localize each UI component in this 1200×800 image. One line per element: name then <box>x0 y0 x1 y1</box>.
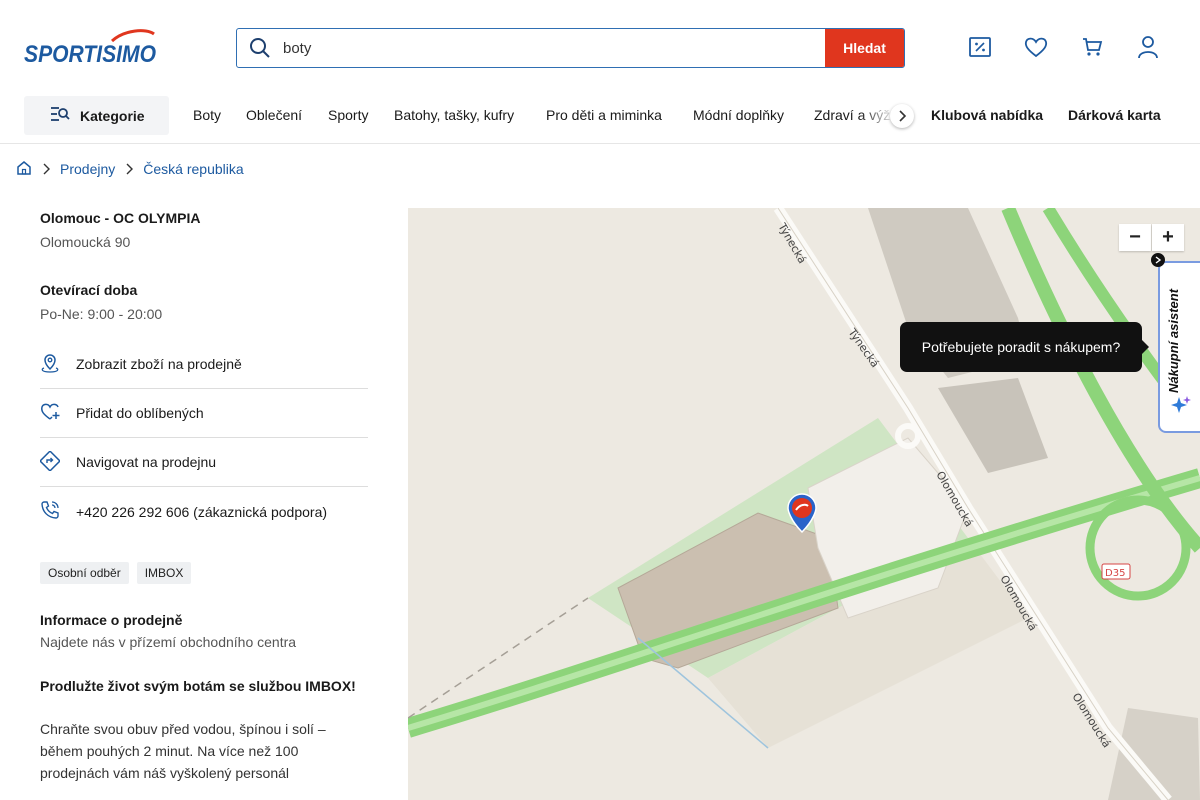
search-button[interactable]: Hledat <box>825 29 904 67</box>
nav-scroll-right-icon[interactable] <box>890 104 914 128</box>
info-text: Najdete nás v přízemí obchodního centra <box>40 634 297 650</box>
add-favorite-label: Přidat do oblíbených <box>76 405 204 421</box>
discount-icon[interactable] <box>967 34 993 60</box>
zoom-out-button[interactable]: − <box>1119 224 1151 251</box>
phone-icon <box>40 500 60 523</box>
assistant-tooltip: Potřebujete poradit s nákupem? <box>900 322 1149 372</box>
store-address: Olomoucká 90 <box>40 234 131 250</box>
heart-plus-icon <box>40 402 60 425</box>
store-details: Olomouc - OC OLYMPIA Olomoucká 90 Otevír… <box>39 210 368 784</box>
service-tags: Osobní odběr IMBOX <box>40 562 368 584</box>
home-icon[interactable] <box>16 160 32 179</box>
nav-item-deti[interactable]: Pro děti a miminka <box>546 107 662 123</box>
nav-item-klubova[interactable]: Klubová nabídka <box>931 107 1043 123</box>
nav-item-sporty[interactable]: Sporty <box>328 107 368 123</box>
promo-text: Chraňte svou obuv před vodou, špínou i s… <box>40 721 326 781</box>
phone-link[interactable]: +420 226 292 606 (zákaznická podpora) <box>40 487 368 536</box>
nav-item-doplnky[interactable]: Módní doplňky <box>693 107 784 123</box>
categories-label: Kategorie <box>80 107 145 124</box>
menu-search-icon <box>50 106 70 125</box>
store-hours: Po-Ne: 9:00 - 20:00 <box>40 306 163 322</box>
zoom-in-button[interactable]: + <box>1152 224 1184 251</box>
tag-osobni-odber: Osobní odběr <box>40 562 129 584</box>
user-icon[interactable] <box>1135 34 1161 60</box>
store-name: Olomouc - OC OLYMPIA <box>40 210 201 226</box>
nav-item-obleceni[interactable]: Oblečení <box>246 107 302 123</box>
shopping-assistant-tab[interactable]: Nákupní asistent <box>1158 261 1200 433</box>
search-input[interactable] <box>283 29 825 67</box>
store-actions: Zobrazit zboží na prodejně Přidat do obl… <box>39 340 368 536</box>
nav-item-boty[interactable]: Boty <box>193 107 221 123</box>
navigate-link[interactable]: Navigovat na prodejnu <box>39 438 368 487</box>
search-bar: Hledat <box>236 28 905 68</box>
promo-title: Prodlužte život svým botám se službou IM… <box>40 678 356 694</box>
show-stock-label: Zobrazit zboží na prodejně <box>76 356 242 372</box>
location-pin-icon <box>40 353 60 376</box>
breadcrumb-ceska-republika[interactable]: Česká republika <box>143 161 243 177</box>
search-icon[interactable] <box>237 29 283 67</box>
navigate-label: Navigovat na prodejnu <box>76 454 217 470</box>
nav-item-darkova[interactable]: Dárková karta <box>1068 107 1161 123</box>
tag-imbox: IMBOX <box>136 562 192 584</box>
heart-icon[interactable] <box>1023 34 1049 60</box>
chevron-right-icon <box>42 163 50 175</box>
phone-label: +420 226 292 606 (zákaznická podpora) <box>76 503 328 520</box>
breadcrumb: Prodejny Česká republika <box>16 158 244 180</box>
chevron-right-icon <box>125 163 134 175</box>
hours-title: Otevírací doba <box>40 282 138 298</box>
svg-text:SPORTISIMO: SPORTISIMO <box>24 41 156 66</box>
directions-icon <box>39 449 61 474</box>
cart-icon[interactable] <box>1079 34 1105 60</box>
main-navigation: Kategorie Boty Oblečení Sporty Batohy, t… <box>0 96 1200 144</box>
sparkle-icon <box>1170 395 1192 422</box>
categories-button[interactable]: Kategorie <box>24 96 169 135</box>
close-icon[interactable] <box>1151 253 1165 267</box>
highway-label: D35 <box>1105 568 1125 579</box>
show-stock-link[interactable]: Zobrazit zboží na prodejně <box>40 340 368 389</box>
nav-item-batohy[interactable]: Batohy, tašky, kufry <box>394 107 514 123</box>
sportisimo-logo[interactable]: SPORTISIMO <box>24 28 158 68</box>
assistant-label: Nákupní asistent <box>1166 288 1181 393</box>
breadcrumb-prodejny[interactable]: Prodejny <box>60 161 115 177</box>
add-favorite-link[interactable]: Přidat do oblíbených <box>40 389 368 438</box>
info-title: Informace o prodejně <box>40 612 183 628</box>
store-map[interactable]: Týnecká Týnecká Olomoucká Olomoucká Olom… <box>408 208 1200 800</box>
site-header: SPORTISIMO Hledat <box>0 0 1200 96</box>
